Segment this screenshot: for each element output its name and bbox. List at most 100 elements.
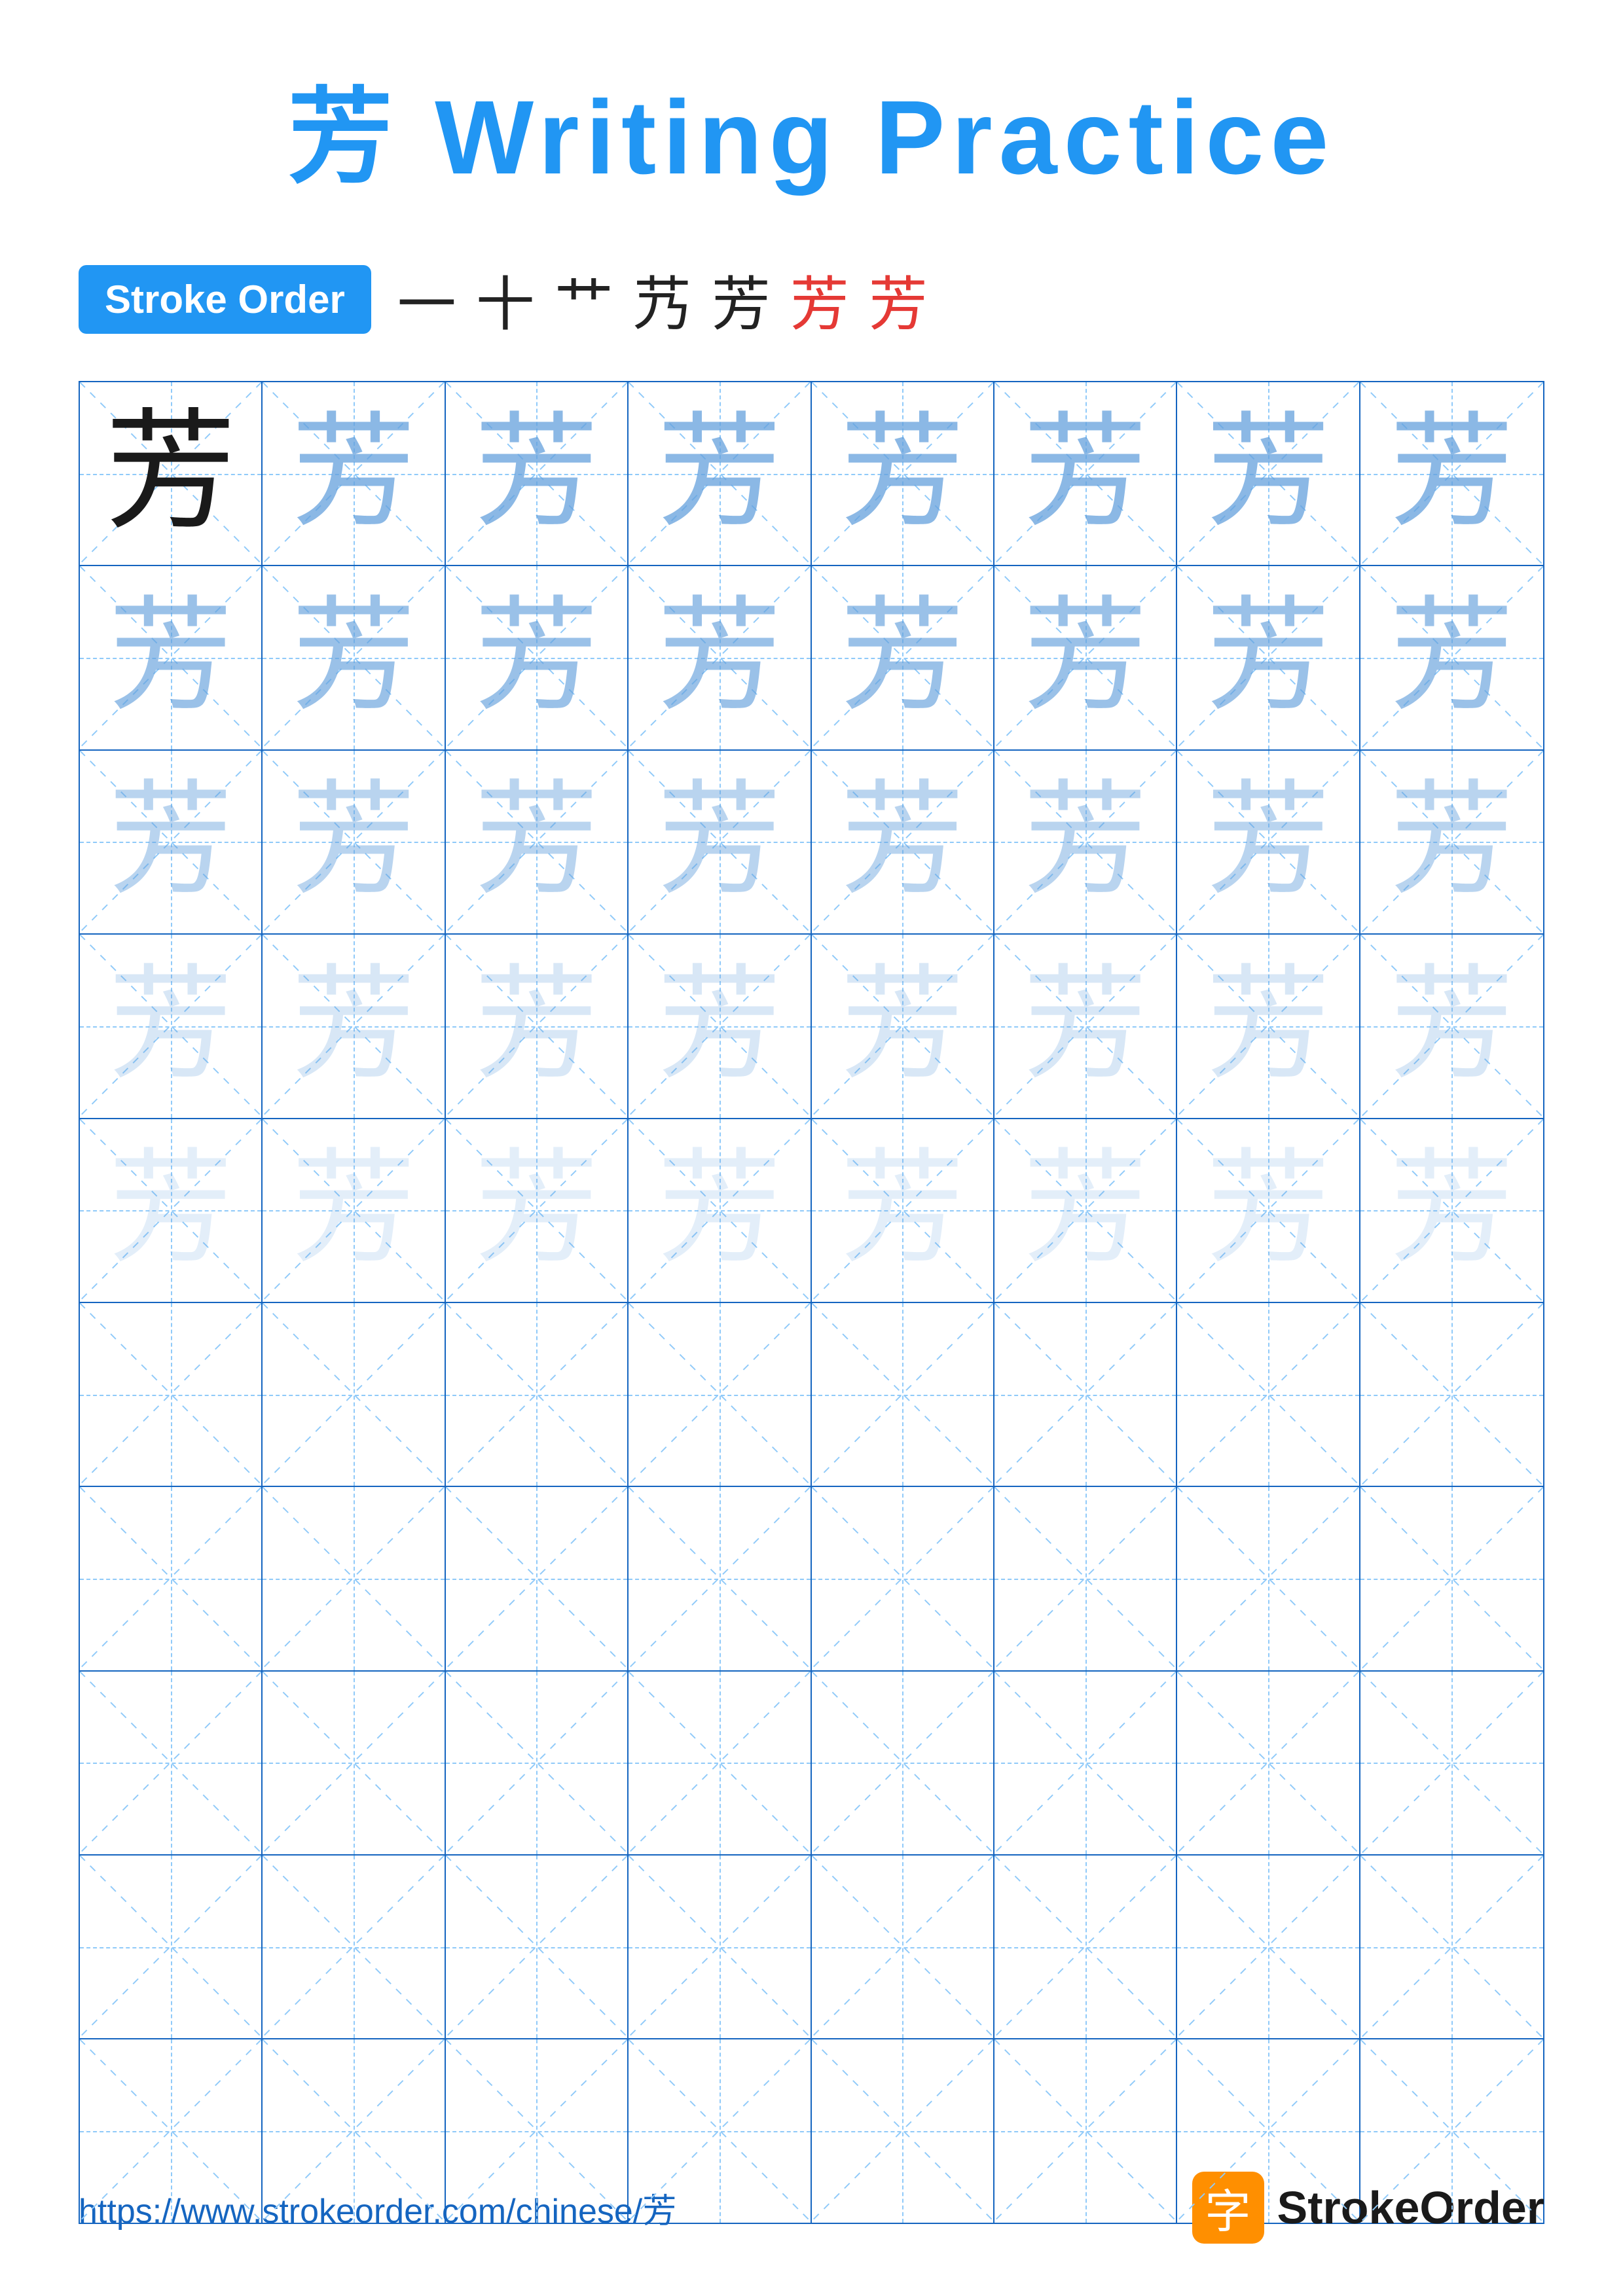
- grid-cell-2-5[interactable]: 芳: [812, 566, 994, 749]
- grid-cell-8-2[interactable]: [263, 1672, 445, 1854]
- grid-cell-7-3[interactable]: [446, 1487, 629, 1670]
- footer: https://www.strokeorder.com/chinese/芳 字 …: [79, 2172, 1544, 2244]
- char-ghost: 芳: [657, 412, 782, 536]
- grid-cell-5-8[interactable]: 芳: [1360, 1119, 1543, 1302]
- grid-cell-2-7[interactable]: 芳: [1177, 566, 1360, 749]
- grid-cell-9-1[interactable]: [80, 1856, 263, 2038]
- grid-cell-4-2[interactable]: 芳: [263, 935, 445, 1117]
- char-ghost: 芳: [474, 412, 598, 536]
- grid-cell-9-2[interactable]: [263, 1856, 445, 2038]
- grid-cell-3-5[interactable]: 芳: [812, 751, 994, 933]
- grid-cell-5-5[interactable]: 芳: [812, 1119, 994, 1302]
- char-ghost: 芳: [1023, 964, 1148, 1088]
- grid-cell-7-8[interactable]: [1360, 1487, 1543, 1670]
- grid-cell-6-5[interactable]: [812, 1303, 994, 1486]
- grid-cell-5-2[interactable]: 芳: [263, 1119, 445, 1302]
- grid-cell-5-7[interactable]: 芳: [1177, 1119, 1360, 1302]
- grid-cell-7-2[interactable]: [263, 1487, 445, 1670]
- grid-cell-4-3[interactable]: 芳: [446, 935, 629, 1117]
- char-ghost: 芳: [657, 964, 782, 1088]
- practice-grid: 芳 芳 芳 芳 芳 芳 芳: [79, 381, 1544, 2224]
- grid-cell-8-3[interactable]: [446, 1672, 629, 1854]
- grid-cell-4-1[interactable]: 芳: [80, 935, 263, 1117]
- grid-cell-7-4[interactable]: [629, 1487, 811, 1670]
- grid-cell-9-6[interactable]: [994, 1856, 1177, 2038]
- grid-cell-9-5[interactable]: [812, 1856, 994, 2038]
- grid-cell-8-7[interactable]: [1177, 1672, 1360, 1854]
- char-ghost: 芳: [1206, 596, 1330, 720]
- grid-cell-2-2[interactable]: 芳: [263, 566, 445, 749]
- grid-cell-9-3[interactable]: [446, 1856, 629, 2038]
- grid-cell-8-1[interactable]: [80, 1672, 263, 1854]
- char-ghost: 芳: [109, 964, 233, 1088]
- grid-cell-5-6[interactable]: 芳: [994, 1119, 1177, 1302]
- grid-cell-1-8[interactable]: 芳: [1360, 382, 1543, 565]
- grid-cell-6-7[interactable]: [1177, 1303, 1360, 1486]
- grid-cell-5-3[interactable]: 芳: [446, 1119, 629, 1302]
- grid-cell-8-6[interactable]: [994, 1672, 1177, 1854]
- grid-cell-2-1[interactable]: 芳: [80, 566, 263, 749]
- grid-cell-4-4[interactable]: 芳: [629, 935, 811, 1117]
- grid-cell-2-4[interactable]: 芳: [629, 566, 811, 749]
- grid-cell-9-8[interactable]: [1360, 1856, 1543, 2038]
- grid-cell-6-1[interactable]: [80, 1303, 263, 1486]
- grid-cell-4-8[interactable]: 芳: [1360, 935, 1543, 1117]
- grid-cell-1-5[interactable]: 芳: [812, 382, 994, 565]
- grid-cell-1-1[interactable]: 芳: [80, 382, 263, 565]
- grid-cell-2-8[interactable]: 芳: [1360, 566, 1543, 749]
- grid-cell-6-8[interactable]: [1360, 1303, 1543, 1486]
- grid-cell-1-2[interactable]: 芳: [263, 382, 445, 565]
- grid-cell-6-6[interactable]: [994, 1303, 1177, 1486]
- char-ghost: 芳: [474, 1148, 598, 1272]
- grid-cell-8-8[interactable]: [1360, 1672, 1543, 1854]
- grid-row-7: [80, 1487, 1543, 1671]
- grid-cell-1-7[interactable]: 芳: [1177, 382, 1360, 565]
- grid-cell-6-2[interactable]: [263, 1303, 445, 1486]
- stroke-order-badge: Stroke Order: [79, 265, 371, 334]
- grid-cell-8-4[interactable]: [629, 1672, 811, 1854]
- grid-cell-4-5[interactable]: 芳: [812, 935, 994, 1117]
- grid-cell-3-6[interactable]: 芳: [994, 751, 1177, 933]
- grid-cell-1-6[interactable]: 芳: [994, 382, 1177, 565]
- grid-cell-9-4[interactable]: [629, 1856, 811, 2038]
- char-ghost: 芳: [657, 780, 782, 904]
- grid-row-6: [80, 1303, 1543, 1487]
- grid-row-3: 芳 芳 芳 芳 芳 芳 芳: [80, 751, 1543, 935]
- grid-cell-3-1[interactable]: 芳: [80, 751, 263, 933]
- grid-cell-2-6[interactable]: 芳: [994, 566, 1177, 749]
- grid-cell-2-3[interactable]: 芳: [446, 566, 629, 749]
- grid-cell-4-6[interactable]: 芳: [994, 935, 1177, 1117]
- footer-brand: 字 StrokeOrder: [1192, 2172, 1544, 2244]
- char-ghost: 芳: [474, 780, 598, 904]
- grid-cell-5-4[interactable]: 芳: [629, 1119, 811, 1302]
- grid-cell-3-8[interactable]: 芳: [1360, 751, 1543, 933]
- grid-cell-3-4[interactable]: 芳: [629, 751, 811, 933]
- grid-cell-7-5[interactable]: [812, 1487, 994, 1670]
- grid-cell-9-7[interactable]: [1177, 1856, 1360, 2038]
- grid-cell-6-4[interactable]: [629, 1303, 811, 1486]
- page-title: 芳 Writing Practice: [79, 52, 1544, 204]
- char-ghost: 芳: [657, 596, 782, 720]
- grid-cell-4-7[interactable]: 芳: [1177, 935, 1360, 1117]
- char-ghost: 芳: [291, 1148, 416, 1272]
- char-ghost: 芳: [1389, 1148, 1514, 1272]
- grid-cell-7-7[interactable]: [1177, 1487, 1360, 1670]
- char-ghost: 芳: [1206, 964, 1330, 1088]
- grid-cell-3-2[interactable]: 芳: [263, 751, 445, 933]
- grid-cell-5-1[interactable]: 芳: [80, 1119, 263, 1302]
- char-ghost: 芳: [1389, 596, 1514, 720]
- brand-icon: 字: [1192, 2172, 1264, 2244]
- grid-cell-1-3[interactable]: 芳: [446, 382, 629, 565]
- stroke-sequence: 一 十 艹 艿 芳 芳 芳: [397, 257, 928, 342]
- grid-cell-6-3[interactable]: [446, 1303, 629, 1486]
- stroke-order-row: Stroke Order 一 十 艹 艿 芳 芳 芳: [79, 257, 1544, 342]
- grid-cell-7-1[interactable]: [80, 1487, 263, 1670]
- grid-cell-3-3[interactable]: 芳: [446, 751, 629, 933]
- footer-url[interactable]: https://www.strokeorder.com/chinese/芳: [79, 2183, 676, 2233]
- char-ghost: 芳: [1023, 780, 1148, 904]
- grid-cell-7-6[interactable]: [994, 1487, 1177, 1670]
- grid-cell-3-7[interactable]: 芳: [1177, 751, 1360, 933]
- grid-cell-1-4[interactable]: 芳: [629, 382, 811, 565]
- grid-cell-8-5[interactable]: [812, 1672, 994, 1854]
- char-ghost: 芳: [109, 1148, 233, 1272]
